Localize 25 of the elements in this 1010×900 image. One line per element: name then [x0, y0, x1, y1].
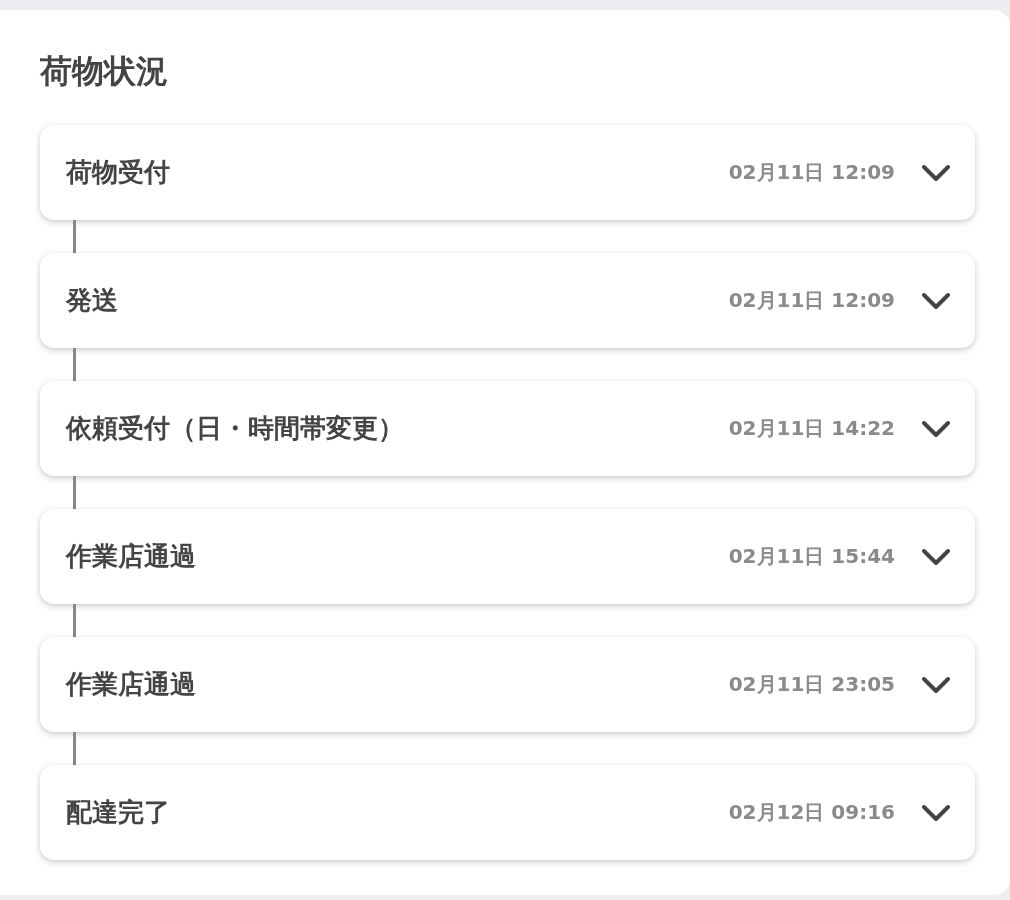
status-event-row[interactable]: 発送 02月11日 12:09 — [40, 253, 975, 348]
chevron-icon — [921, 163, 951, 182]
event-label: 配達完了 — [66, 796, 171, 829]
chevron-icon — [921, 803, 951, 822]
event-time: 02月11日 23:05 — [728, 671, 895, 698]
status-event-row[interactable]: 荷物受付 02月11日 12:09 — [40, 125, 975, 220]
event-label: 依頼受付（日・時間帯変更） — [66, 412, 405, 445]
chevron-icon — [921, 675, 951, 694]
event-time: 02月11日 12:09 — [728, 159, 895, 186]
panel-title: 荷物状況 — [40, 51, 169, 92]
chevron-icon — [921, 547, 951, 566]
status-event-row[interactable]: 作業店通過 02月11日 15:44 — [40, 509, 975, 604]
event-time: 02月11日 14:22 — [728, 415, 895, 442]
event-label: 作業店通過 — [66, 540, 197, 573]
status-event-row[interactable]: 作業店通過 02月11日 23:05 — [40, 637, 975, 732]
event-time: 02月11日 15:44 — [728, 543, 895, 570]
event-time: 02月11日 12:09 — [728, 287, 895, 314]
event-label: 荷物受付 — [66, 156, 171, 189]
chevron-icon — [921, 291, 951, 310]
event-label: 作業店通過 — [66, 668, 197, 701]
status-event-row[interactable]: 配達完了 02月12日 09:16 — [40, 765, 975, 860]
event-time: 02月12日 09:16 — [728, 799, 895, 826]
chevron-icon — [921, 419, 951, 438]
event-label: 発送 — [66, 284, 119, 317]
status-event-row[interactable]: 依頼受付（日・時間帯変更） 02月11日 14:22 — [40, 381, 975, 476]
